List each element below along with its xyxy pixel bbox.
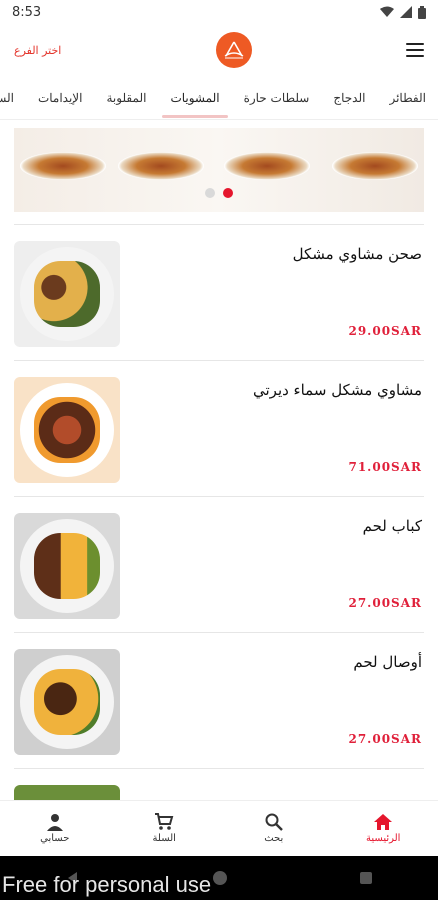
search-icon bbox=[265, 813, 283, 831]
nav-search[interactable]: بحث bbox=[219, 801, 329, 856]
status-bar: 8:53 bbox=[0, 0, 438, 24]
app-header: اختر الفرع bbox=[0, 24, 438, 76]
dish-name: مشاوي مشكل سماء ديرتي bbox=[252, 381, 422, 399]
restaurant-logo bbox=[215, 32, 252, 68]
dish-name: كباب لحم bbox=[362, 517, 422, 535]
nav-label: بحث bbox=[264, 833, 284, 844]
battery-icon bbox=[418, 5, 426, 19]
home-circle-icon[interactable] bbox=[212, 870, 228, 886]
nav-account[interactable]: حسابي bbox=[0, 801, 110, 856]
menu-item[interactable]: مشاوي مشكل سماء ديرتي 71.00SAR bbox=[14, 360, 424, 496]
recents-icon[interactable] bbox=[359, 871, 373, 885]
banner-dish-image bbox=[332, 152, 418, 180]
signal-icon bbox=[400, 6, 412, 18]
dish-image bbox=[14, 377, 120, 483]
menu-item[interactable]: كباب لحم 27.00SAR bbox=[14, 496, 424, 632]
carousel-dot-active[interactable] bbox=[223, 188, 233, 198]
nav-label: الرئيسية bbox=[366, 833, 401, 844]
dish-price: 71.00SAR bbox=[348, 460, 422, 474]
dish-image bbox=[14, 513, 120, 619]
watermark-text: Free for personal use bbox=[2, 872, 212, 897]
promo-banner[interactable] bbox=[14, 128, 424, 212]
category-tabs: الفطائر الدجاج سلطات حارة المشويات المقل… bbox=[0, 76, 438, 120]
dish-image bbox=[14, 241, 120, 347]
menu-list: صحن مشاوي مشكل 29.00SAR مشاوي مشكل سماء … bbox=[0, 224, 438, 809]
nav-label: حسابي bbox=[40, 833, 70, 844]
cart-icon bbox=[155, 813, 174, 830]
dish-price: 29.00SAR bbox=[348, 324, 422, 338]
dish-name: صحن مشاوي مشكل bbox=[292, 245, 422, 263]
bottom-nav: حسابي السلة بحث الرئيسية bbox=[0, 800, 438, 856]
status-icons bbox=[380, 5, 426, 19]
tab-category[interactable]: الفطائر bbox=[377, 76, 438, 119]
tab-category[interactable]: الدجاج bbox=[321, 76, 377, 119]
tab-category-active[interactable]: المشويات bbox=[158, 76, 231, 119]
menu-item[interactable]: أوصال لحم 27.00SAR bbox=[14, 632, 424, 768]
banner-dish-image bbox=[20, 152, 106, 180]
tab-category[interactable]: المقلوبة bbox=[94, 76, 158, 119]
dish-image bbox=[14, 649, 120, 755]
wifi-icon bbox=[380, 6, 394, 17]
home-icon bbox=[374, 814, 393, 830]
carousel-indicator bbox=[0, 188, 438, 198]
nav-cart[interactable]: السلة bbox=[110, 801, 220, 856]
banner-dish-image bbox=[118, 152, 204, 180]
logo-mark-icon bbox=[224, 41, 244, 59]
banner-dish-image bbox=[224, 152, 310, 180]
dish-price: 27.00SAR bbox=[348, 596, 422, 610]
tab-category[interactable]: الإيدامات bbox=[26, 76, 95, 119]
tab-category[interactable]: السلطات bbox=[0, 76, 26, 119]
carousel-dot[interactable] bbox=[205, 188, 215, 198]
nav-label: السلة bbox=[152, 833, 176, 844]
tab-category[interactable]: سلطات حارة bbox=[232, 76, 322, 119]
dish-name: أوصال لحم bbox=[353, 653, 422, 671]
menu-item[interactable]: صحن مشاوي مشكل 29.00SAR bbox=[14, 224, 424, 360]
status-time: 8:53 bbox=[12, 4, 42, 20]
dish-price: 27.00SAR bbox=[348, 732, 422, 746]
person-icon bbox=[46, 814, 63, 831]
choose-branch-link[interactable]: اختر الفرع bbox=[14, 44, 61, 57]
hamburger-menu-icon[interactable] bbox=[405, 43, 424, 57]
nav-home[interactable]: الرئيسية bbox=[329, 801, 438, 856]
